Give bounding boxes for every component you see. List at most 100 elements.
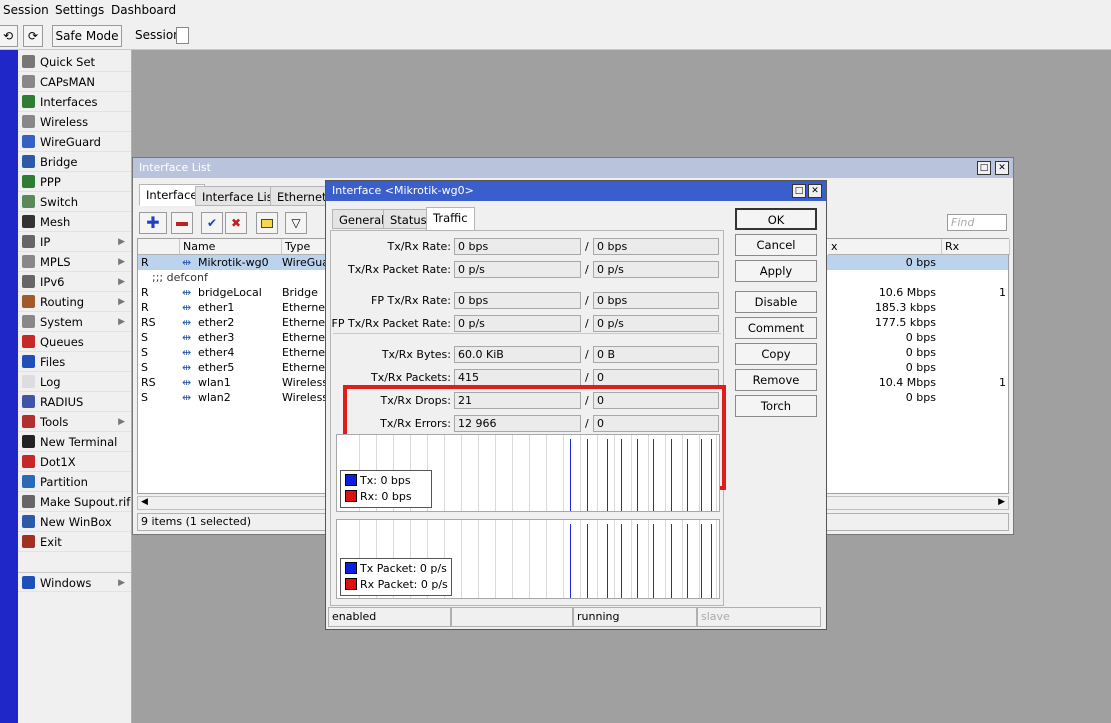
field-tx-value[interactable]: 60.0 KiB <box>454 346 581 363</box>
wireguard-icon: ⇹ <box>182 256 192 269</box>
field-tx-value[interactable]: 415 <box>454 369 581 386</box>
field-rx-value[interactable]: 0 <box>593 415 719 432</box>
sidebar-item-quick-set[interactable]: Quick Set <box>18 52 131 72</box>
field-rx-value[interactable]: 0 <box>593 369 719 386</box>
enable-button[interactable]: ✔ <box>201 212 223 234</box>
sidebar-item-system[interactable]: System ▶ <box>18 312 131 332</box>
comment-button[interactable] <box>256 212 278 234</box>
apply-button[interactable]: Apply <box>735 260 817 282</box>
field-rx-value[interactable]: 0 <box>593 392 719 409</box>
sidebar-item-wireless[interactable]: Wireless <box>18 112 131 132</box>
dialog-close-icon[interactable]: ✕ <box>808 184 822 198</box>
column-name[interactable]: Name <box>180 239 282 255</box>
tab-traffic[interactable]: Traffic <box>426 207 475 231</box>
sidebar-item-bridge[interactable]: Bridge <box>18 152 131 172</box>
field-rx-value[interactable]: 0 p/s <box>593 315 719 332</box>
wand-icon <box>22 55 35 68</box>
sidebar-item-dot1x[interactable]: Dot1X <box>18 452 131 472</box>
filter-button[interactable]: ▽ <box>285 212 307 234</box>
sidebar-item-files[interactable]: Files <box>18 352 131 372</box>
graph-gridline <box>478 520 479 598</box>
add-button[interactable]: ✚ <box>139 212 167 234</box>
sidebar-item-mesh[interactable]: Mesh <box>18 212 131 232</box>
column-flag[interactable] <box>138 239 180 255</box>
row-flag: S <box>141 361 148 374</box>
field-label: Tx/Rx Packets: <box>370 371 451 384</box>
cancel-button[interactable]: Cancel <box>735 234 817 256</box>
note-icon <box>261 219 273 228</box>
sidebar-item-ppp[interactable]: PPP <box>18 172 131 192</box>
sidebar-item-radius[interactable]: RADIUS <box>18 392 131 412</box>
sidebar-item-partition[interactable]: Partition <box>18 472 131 492</box>
field-tx-value[interactable]: 12 966 <box>454 415 581 432</box>
menu-dashboard[interactable]: Dashboard <box>111 3 176 17</box>
row-type: Ethernet <box>282 331 328 344</box>
remove-button[interactable] <box>171 212 193 234</box>
comment-button[interactable]: Comment <box>735 317 817 339</box>
copy-button[interactable]: Copy <box>735 343 817 365</box>
field-tx-value[interactable]: 0 p/s <box>454 261 581 278</box>
wireguard-icon <box>22 135 35 148</box>
interface-dialog-titlebar[interactable]: Interface <Mikrotik-wg0> □ ✕ <box>326 181 826 201</box>
sidebar-item-wireguard[interactable]: WireGuard <box>18 132 131 152</box>
safe-mode-button[interactable]: Safe Mode <box>52 25 122 47</box>
sidebar-item-queues[interactable]: Queues <box>18 332 131 352</box>
sidebar-item-tools[interactable]: Tools ▶ <box>18 412 131 432</box>
menu-settings[interactable]: Settings <box>55 3 104 17</box>
sidebar-item-capsman[interactable]: CAPsMAN <box>18 72 131 92</box>
field-tx-value[interactable]: 0 bps <box>454 292 581 309</box>
field-label: Tx/Rx Packet Rate: <box>348 263 451 276</box>
scroll-left-icon[interactable]: ◀ <box>141 497 148 507</box>
column-type[interactable]: Type <box>282 239 328 255</box>
field-rx-value[interactable]: 0 B <box>593 346 719 363</box>
menu-session[interactable]: Session <box>3 3 49 17</box>
remove-button[interactable]: Remove <box>735 369 817 391</box>
graph-gridline <box>665 435 666 511</box>
interface-list-titlebar[interactable]: Interface List □ ✕ <box>133 158 1013 178</box>
redo-button[interactable]: ⟳ <box>23 25 43 47</box>
minus-icon <box>176 221 188 226</box>
undo-button[interactable]: ⟲ <box>0 25 18 47</box>
graph-gridline <box>716 435 717 511</box>
partition-icon <box>22 475 35 488</box>
dialog-maximize-icon[interactable]: □ <box>792 184 806 198</box>
sidebar-item-new-winbox[interactable]: New WinBox <box>18 512 131 532</box>
winbox-vertical-strip <box>0 50 18 723</box>
sidebar-item-log[interactable]: Log <box>18 372 131 392</box>
field-tx-value[interactable]: 0 p/s <box>454 315 581 332</box>
sidebar-item-routing[interactable]: Routing ▶ <box>18 292 131 312</box>
torch-button[interactable]: Torch <box>735 395 817 417</box>
sidebar-item-new-terminal[interactable]: New Terminal <box>18 432 131 452</box>
graph-traffic-spike <box>587 524 588 598</box>
field-tx-value[interactable]: 0 bps <box>454 238 581 255</box>
field-rx-value[interactable]: 0 p/s <box>593 261 719 278</box>
graph-gridline <box>461 520 462 598</box>
scroll-right-icon[interactable]: ▶ <box>998 497 1005 507</box>
session-field[interactable] <box>176 27 189 44</box>
bridge-icon <box>22 155 35 168</box>
field-tx-value[interactable]: 21 <box>454 392 581 409</box>
ok-button[interactable]: OK <box>735 208 817 230</box>
tools-icon <box>22 415 35 428</box>
field-rx-value[interactable]: 0 bps <box>593 292 719 309</box>
row-tx: 0 bps <box>905 391 936 404</box>
sidebar-item-windows[interactable]: Windows ▶ <box>18 572 131 592</box>
sidebar-item-ipv6[interactable]: IPv6 ▶ <box>18 272 131 292</box>
field-rx-value[interactable]: 0 bps <box>593 238 719 255</box>
supout-icon <box>22 495 35 508</box>
sidebar-item-switch[interactable]: Switch <box>18 192 131 212</box>
sidebar-item-mpls[interactable]: MPLS ▶ <box>18 252 131 272</box>
disable-button[interactable]: ✖ <box>225 212 247 234</box>
close-icon[interactable]: ✕ <box>995 161 1009 175</box>
column-tx[interactable]: x <box>828 239 942 255</box>
sidebar-item-interfaces[interactable]: Interfaces <box>18 92 131 112</box>
sidebar-item-exit[interactable]: Exit <box>18 532 131 552</box>
sidebar-item-make-supout-rif[interactable]: Make Supout.rif <box>18 492 131 512</box>
tab-ethernet[interactable]: Ethernet <box>270 186 334 206</box>
disable-button[interactable]: Disable <box>735 291 817 313</box>
field-separator: / <box>585 294 589 307</box>
find-input[interactable]: Find <box>947 214 1007 231</box>
maximize-icon[interactable]: □ <box>977 161 991 175</box>
sidebar-item-ip[interactable]: IP ▶ <box>18 232 131 252</box>
column-rx[interactable]: Rx <box>942 239 1010 255</box>
